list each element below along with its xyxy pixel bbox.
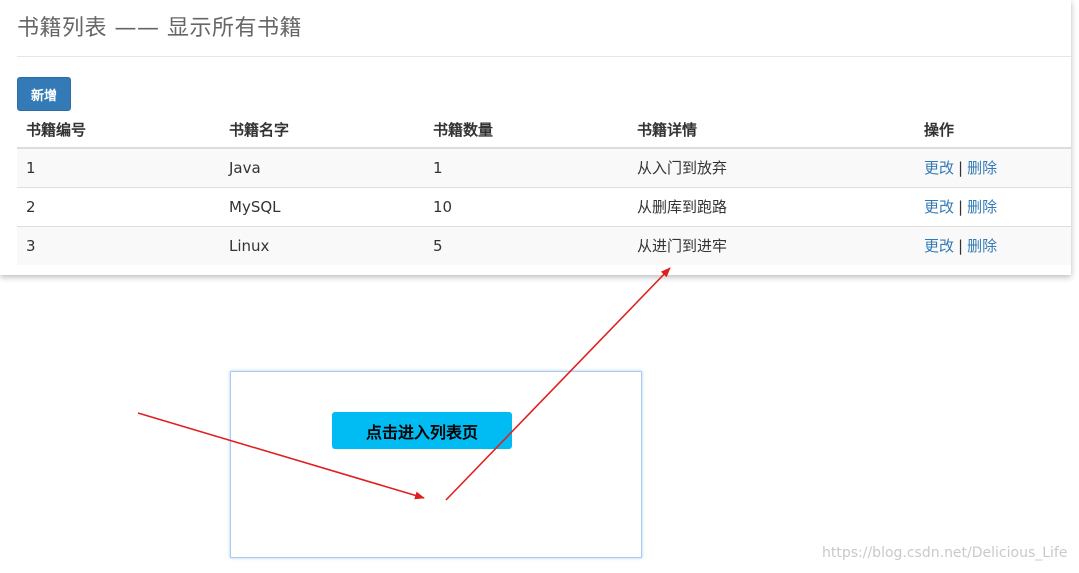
watermark-text: https://blog.csdn.net/Delicious_Life — [822, 545, 1068, 561]
annotation-arrows — [137, 267, 671, 501]
annotation-arrow-to-list — [445, 267, 671, 501]
annotation-arrow-to-button — [137, 412, 425, 500]
